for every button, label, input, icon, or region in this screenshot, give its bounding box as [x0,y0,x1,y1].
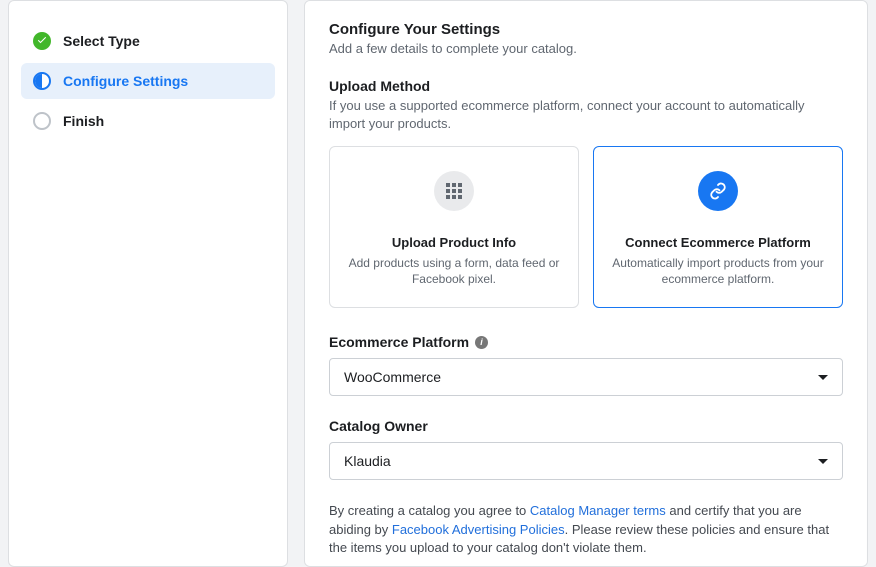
platform-value: WooCommerce [344,369,441,385]
upload-method-description: If you use a supported ecommerce platfor… [329,97,843,132]
empty-circle-icon [33,112,51,130]
card-title: Upload Product Info [346,235,562,250]
card-upload-product-info[interactable]: Upload Product Info Add products using a… [329,146,579,308]
step-finish[interactable]: Finish [21,103,275,139]
owner-label: Catalog Owner [329,418,843,434]
platform-select[interactable]: WooCommerce [329,358,843,396]
step-label: Configure Settings [63,73,188,89]
catalog-terms-link[interactable]: Catalog Manager terms [530,503,666,518]
chevron-down-icon [818,459,828,464]
card-title: Connect Ecommerce Platform [610,235,826,250]
link-icon [698,171,738,211]
platform-label-text: Ecommerce Platform [329,334,469,350]
page-subtitle: Add a few details to complete your catal… [329,41,843,56]
info-icon[interactable]: i [475,336,488,349]
step-label: Select Type [63,33,140,49]
step-select-type[interactable]: Select Type [21,23,275,59]
agreement-pre: By creating a catalog you agree to [329,503,530,518]
page-title: Configure Your Settings [329,21,843,38]
card-description: Automatically import products from your … [610,255,826,287]
card-connect-ecommerce[interactable]: Connect Ecommerce Platform Automatically… [593,146,843,308]
agreement-text: By creating a catalog you agree to Catal… [329,502,843,557]
owner-select[interactable]: Klaudia [329,442,843,480]
upload-method-label: Upload Method [329,78,843,94]
card-description: Add products using a form, data feed or … [346,255,562,287]
chevron-down-icon [818,375,828,380]
step-label: Finish [63,113,104,129]
upload-method-cards: Upload Product Info Add products using a… [329,146,843,308]
sidebar: Select Type Configure Settings Finish [8,0,288,567]
check-circle-icon [33,32,51,50]
grid-icon [434,171,474,211]
main-content: Configure Your Settings Add a few detail… [304,0,868,567]
advertising-policies-link[interactable]: Facebook Advertising Policies [392,522,565,537]
owner-value: Klaudia [344,453,391,469]
step-configure-settings[interactable]: Configure Settings [21,63,275,99]
half-circle-icon [33,72,51,90]
platform-label: Ecommerce Platform i [329,334,843,350]
